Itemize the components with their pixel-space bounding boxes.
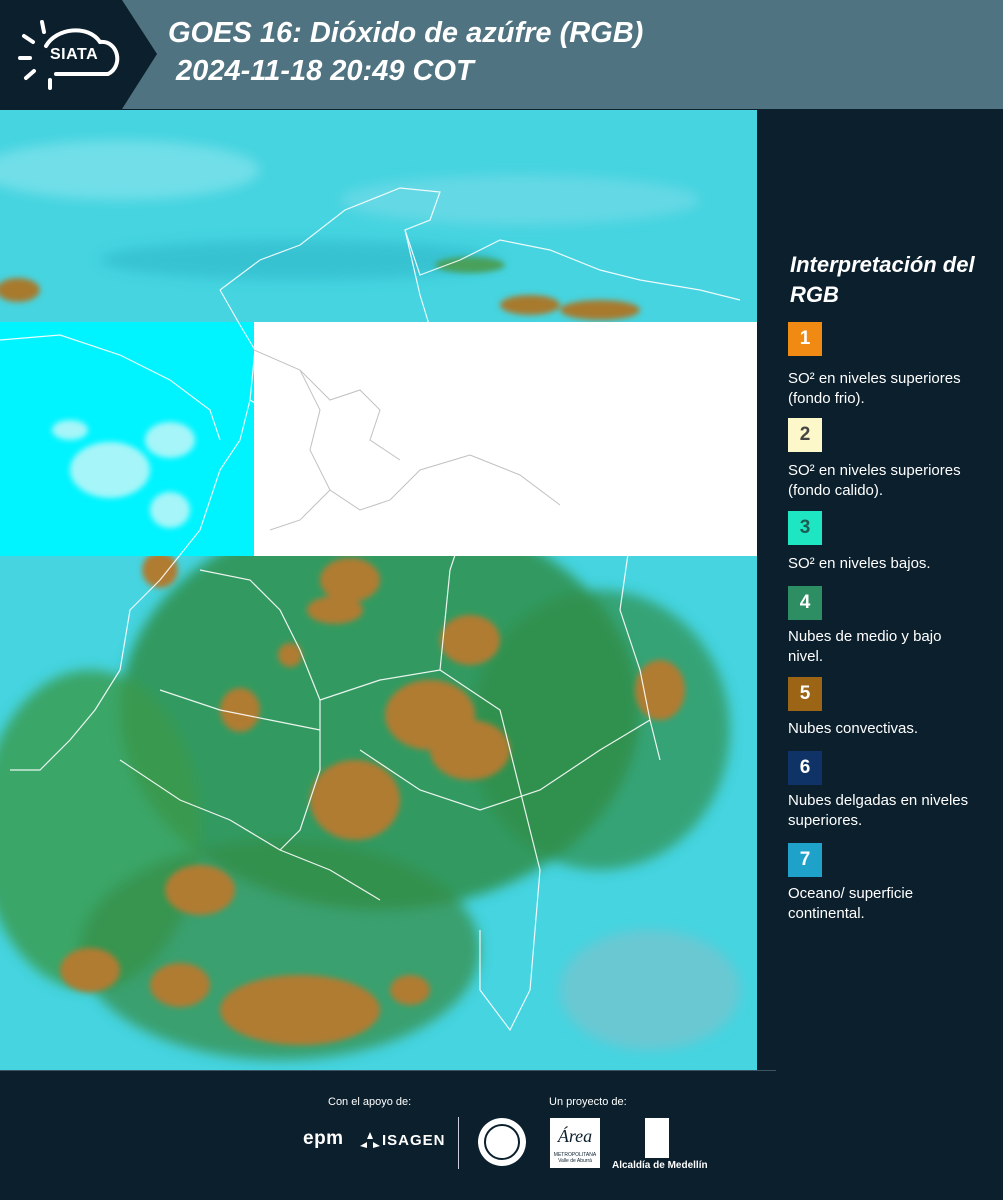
legend-swatch-1: 1 <box>788 322 822 356</box>
area-logo-subtext: METROPOLITANA Valle de Aburrá <box>553 1152 597 1164</box>
legend-swatch-6: 6 <box>788 751 822 785</box>
alcaldia-logo-text: Alcaldía de Medellín <box>612 1160 708 1171</box>
legend-text-5: Nubes convectivas. <box>788 720 919 737</box>
isagen-logo: ISAGEN <box>382 1132 446 1149</box>
project-label: Un proyecto de: <box>549 1096 627 1108</box>
logo-text: SIATA <box>50 46 99 63</box>
page-title: GOES 16: Dióxido de azúfre (RGB) 2024-11… <box>168 14 643 90</box>
area-metropolitana-logo: Área METROPOLITANA Valle de Aburrá <box>550 1118 600 1168</box>
legend-text-3: SO² en niveles bajos. <box>788 555 931 572</box>
legend-swatch-7: 7 <box>788 843 822 877</box>
epm-logo: epm <box>303 1128 344 1149</box>
satellite-image <box>0 110 757 1070</box>
legend-swatch-3: 3 <box>788 511 822 545</box>
title-line-1: GOES 16: Dióxido de azúfre (RGB) <box>168 17 644 49</box>
legend-title: Interpretación del RGB <box>790 252 975 307</box>
area-logo-text: Área <box>557 1126 593 1146</box>
legend-text-4: Nubes de medio y bajo nivel. <box>788 628 942 665</box>
legend-text-6: Nubes delgadas en niveles superiores. <box>788 792 969 829</box>
support-label: Con el apoyo de: <box>328 1096 412 1108</box>
medellin-seal-icon <box>478 1118 526 1166</box>
footer: Con el apoyo de: Un proyecto de: epm ISA… <box>0 1070 1003 1200</box>
legend-swatch-5: 5 <box>788 677 822 711</box>
satellite-map <box>0 110 757 1070</box>
legend-text-1: SO² en niveles superiores (fondo frio). <box>788 370 961 407</box>
isagen-icon <box>360 1132 380 1148</box>
legend-panel: Interpretación del RGB 1 SO² en niveles … <box>758 110 1003 1070</box>
title-line-2: 2024-11-18 20:49 COT <box>168 55 474 87</box>
legend-text-2: SO² en niveles superiores (fondo calido)… <box>788 462 961 499</box>
siata-logo: SIATA <box>0 0 157 109</box>
legend-text-7: Oceano/ superficie continental. <box>788 885 914 922</box>
alcaldia-shield-icon <box>645 1118 669 1158</box>
legend-swatch-2: 2 <box>788 418 822 452</box>
footer-vertical-divider <box>458 1117 459 1169</box>
footer-divider-line <box>0 1070 776 1071</box>
legend-swatch-4: 4 <box>788 586 822 620</box>
header: SIATA GOES 16: Dióxido de azúfre (RGB) 2… <box>0 0 1003 109</box>
